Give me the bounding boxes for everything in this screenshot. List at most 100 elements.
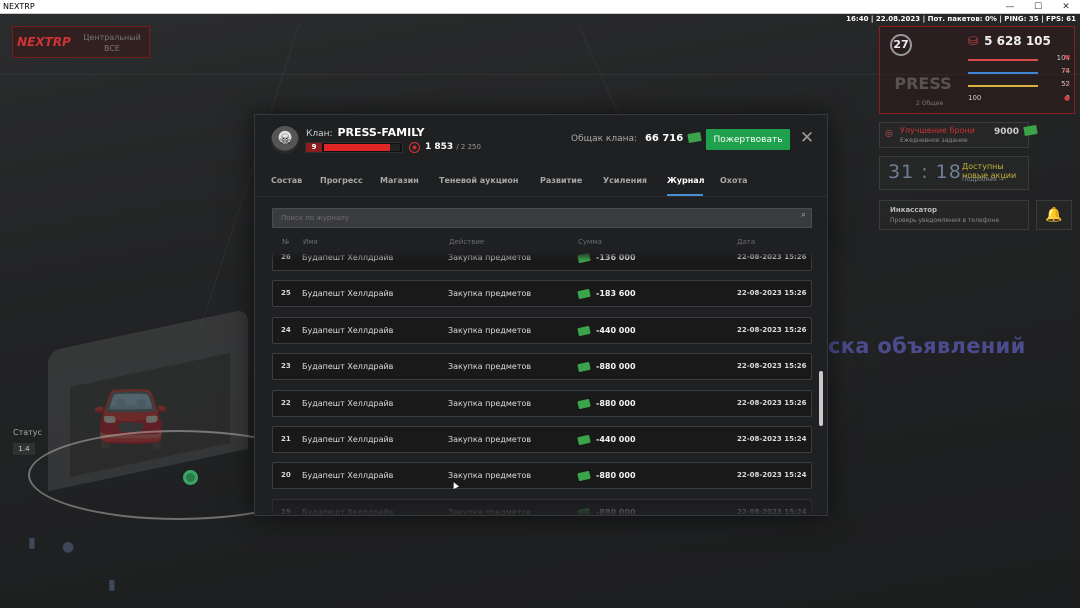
treasury-value: 66 716 <box>644 133 684 144</box>
row-number: 21 <box>281 435 291 443</box>
promo-link[interactable]: Подробнее → <box>962 176 1004 183</box>
health-icon: ♥ <box>1064 54 1071 62</box>
row-amount: -183 600 <box>596 289 636 299</box>
skull-icon: ☠ <box>271 126 299 154</box>
notification-sub: Проверь уведомления в телефоне <box>890 217 1000 224</box>
row-date: 22-08-2023 15:24 <box>737 471 807 480</box>
clan-xp-bar <box>324 144 400 151</box>
row-player-name: Будапешт Хеллдрайв <box>302 362 394 372</box>
clan-level: 9 <box>306 143 322 152</box>
table-row[interactable]: 24 Будапешт Хеллдрайв Закупка предметов -44… <box>272 316 812 344</box>
row-player-name: Будапешт Хеллдрайв <box>302 398 394 408</box>
row-amount: -440 000 <box>596 325 636 335</box>
tab-hunt[interactable]: Охота <box>720 176 748 185</box>
row-amount: -880 000 <box>596 471 636 481</box>
row-player-name: Будапешт Хеллдрайв <box>302 435 394 444</box>
row-number: 20 <box>281 471 291 480</box>
cash-icon <box>577 471 591 482</box>
cash-icon <box>577 252 591 264</box>
close-window-button[interactable]: ✕ <box>1052 0 1080 14</box>
task-reward-value: 9000 <box>994 127 1020 137</box>
table-row[interactable]: 21 Будапешт Хеллдрайв Закупка предметов -44… <box>272 426 812 453</box>
table-row[interactable]: 20 Будапешт Хеллдрайв Закупка предметов -88… <box>272 462 812 490</box>
tab-shop[interactable]: Магазин <box>380 176 419 185</box>
row-number: 19 <box>281 507 291 516</box>
status-label: Статус <box>13 428 42 437</box>
row-date: 22-08-2023 15:24 <box>737 435 807 443</box>
row-player-name: Будапешт Хеллдрайв <box>302 471 394 481</box>
cash-icon <box>577 362 591 373</box>
tab-journal[interactable]: Журнал <box>667 176 705 185</box>
thirst-extra: 100 <box>968 94 982 102</box>
row-amount: -136 000 <box>596 253 636 262</box>
donate-button[interactable]: Пожертвовать <box>706 129 790 150</box>
player-level: 27 <box>890 34 912 56</box>
armor-bar <box>968 72 1038 74</box>
money-icon: ⛁ <box>968 34 979 48</box>
row-number: 25 <box>281 289 291 298</box>
row-number: 22 <box>281 398 291 407</box>
column-action: Действие <box>449 238 485 246</box>
column-num: № <box>282 238 290 246</box>
cash-icon <box>577 434 591 446</box>
tab-composition[interactable]: Состав <box>271 176 302 185</box>
bell-icon[interactable]: 🔔 <box>1036 200 1072 230</box>
bear-icon: ● <box>62 539 75 555</box>
clan-treasury: Общак клана: 66 716 <box>571 131 702 144</box>
column-name: Имя <box>303 238 318 246</box>
row-action: Закупка предметов <box>448 325 532 335</box>
tab-boosts[interactable]: Усиления <box>603 176 647 185</box>
row-action: Закупка предметов <box>448 253 532 262</box>
map-marker <box>183 470 198 485</box>
server-name: Центральный <box>83 33 141 42</box>
row-number: 24 <box>281 325 291 334</box>
task-title: Улучшение брони <box>900 126 975 135</box>
task-icon: ◎ <box>885 129 893 139</box>
task-sub: Ежедневное задание <box>900 137 968 144</box>
table-row[interactable]: 22 Будапешт Хеллдрайв Закупка предметов -88… <box>272 389 812 417</box>
row-number: 23 <box>281 362 291 371</box>
table-row[interactable]: 26 Будапешт Хеллдрайв Закупка предметов -13… <box>272 251 812 271</box>
row-action: Закупка предметов <box>448 362 532 372</box>
row-player-name: Будапешт Хеллдрайв <box>302 325 394 335</box>
money-value: 5 628 105 <box>984 34 1051 48</box>
minimize-button[interactable]: — <box>996 0 1024 14</box>
stat-row: 52 ♨ <box>968 80 1070 92</box>
clan-members: 1 853 / 2 250 <box>425 142 481 152</box>
notification-card[interactable]: Инкассатор Проверь уведомления в телефон… <box>879 200 1029 230</box>
close-icon[interactable]: ✕ <box>798 128 816 149</box>
row-amount: -880 000 <box>596 507 636 516</box>
tab-shadow-auction[interactable]: Теневой аукцион <box>439 176 518 185</box>
row-action: Закупка предметов <box>448 398 532 408</box>
clan-xp-fill <box>324 144 391 151</box>
promo-timer[interactable]: 31 : 18 Доступны новые акции Подробнее → <box>879 156 1029 190</box>
table-row[interactable]: 25 Будапешт Хеллдрайв Закупка предметов -18… <box>272 280 812 308</box>
search-input[interactable] <box>273 209 788 227</box>
table-row[interactable]: 19 Будапешт Хеллдрайв Закупка предметов -88… <box>272 498 812 516</box>
row-number: 26 <box>281 253 291 261</box>
window-titlebar: NEXTRP — ☐ ✕ <box>0 0 1080 14</box>
maximize-button[interactable]: ☐ <box>1024 0 1052 14</box>
notification-title: Инкассатор <box>890 206 938 214</box>
row-amount: -880 000 <box>596 398 636 408</box>
tab-development[interactable]: Развитие <box>540 176 582 185</box>
tab-progress[interactable]: Прогресс <box>320 176 363 185</box>
cash-icon <box>577 289 591 300</box>
row-action: Закупка предметов <box>448 435 532 444</box>
search-icon[interactable]: ⌕ <box>801 210 806 220</box>
player-money: ⛁ 5 628 105 <box>968 34 1051 48</box>
scrollbar-thumb[interactable] <box>819 371 823 426</box>
stat-row: 100 0 ● <box>968 94 1070 106</box>
window-controls: — ☐ ✕ <box>996 0 1080 14</box>
row-date: 22-08-2023 15:26 <box>737 253 807 261</box>
journal-list[interactable]: 26 Будапешт Хеллдрайв Закупка предметов -13… <box>255 251 827 516</box>
stat-row: 74 ⛨ <box>968 67 1070 79</box>
bottle-icon: ▮ <box>28 535 36 551</box>
hunger-bar <box>968 85 1038 87</box>
stat-row: 104 ♥ <box>968 54 1071 66</box>
row-player-name: Будапешт Хеллдрайв <box>302 253 394 262</box>
column-date: Дата <box>737 238 756 246</box>
row-action: Закупка предметов <box>448 507 532 516</box>
table-row[interactable]: 23 Будапешт Хеллдрайв Закупка предметов -88… <box>272 353 812 381</box>
status-line: 16:40 | 22.08.2023 | Пот. пакетов: 0% | … <box>846 15 1076 23</box>
